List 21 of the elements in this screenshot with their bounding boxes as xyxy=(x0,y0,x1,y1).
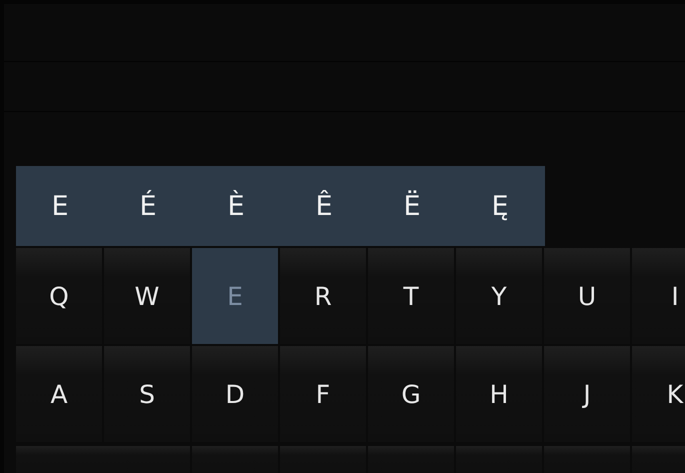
keyboard-key[interactable]: R xyxy=(280,248,366,344)
accent-key[interactable]: Ë xyxy=(368,166,456,246)
keyboard-key[interactable]: K xyxy=(632,346,685,442)
keyboard-key[interactable]: G xyxy=(368,346,454,442)
accent-key[interactable]: É xyxy=(104,166,192,246)
keyboard-key[interactable]: W xyxy=(104,248,190,344)
keyboard-key[interactable]: T xyxy=(368,248,454,344)
keyboard-key[interactable]: F xyxy=(280,346,366,442)
keyboard-key[interactable]: Y xyxy=(456,248,542,344)
keyboard-key[interactable]: Q xyxy=(16,248,102,344)
accent-key[interactable]: È xyxy=(192,166,280,246)
keyboard-key[interactable]: A xyxy=(16,346,102,442)
keyboard-key[interactable]: H xyxy=(456,346,542,442)
accent-key[interactable]: Ê xyxy=(280,166,368,246)
keyboard-key[interactable]: I xyxy=(632,248,685,344)
keyboard-key[interactable]: S xyxy=(104,346,190,442)
keyboard-key[interactable]: J xyxy=(544,346,630,442)
keyboard-key[interactable]: D xyxy=(192,346,278,442)
accent-key[interactable]: Ę xyxy=(456,166,544,246)
keyboard-key[interactable]: U xyxy=(544,248,630,344)
accent-key[interactable]: E xyxy=(16,166,104,246)
